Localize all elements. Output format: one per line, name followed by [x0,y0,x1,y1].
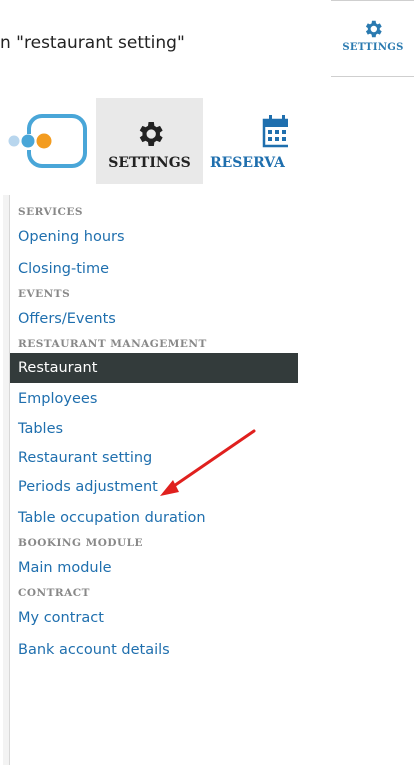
settings-sidebar: SERVICES Opening hours Closing-time EVEN… [9,195,298,765]
tab-settings[interactable]: SETTINGS [96,98,203,184]
menu-item-table-occupation-duration[interactable]: Table occupation duration [10,502,289,534]
menu-item-offers-events[interactable]: Offers/Events [10,303,289,335]
menu-item-restaurant[interactable]: Restaurant [10,353,298,383]
tab-reservations-label: RESERVA [210,155,285,171]
menu-item-my-contract[interactable]: My contract [10,602,289,634]
app-logo[interactable] [0,112,88,172]
gear-icon [139,122,163,146]
section-header-restaurant-management: RESTAURANT MANAGEMENT [18,338,207,350]
section-header-booking-module: BOOKING MODULE [18,537,144,549]
menu-item-employees[interactable]: Employees [10,383,289,415]
menu-item-tables[interactable]: Tables [10,415,289,444]
gear-icon [365,20,382,38]
tab-settings-label: SETTINGS [108,155,191,171]
settings-shortcut-label: SETTINGS [342,42,404,53]
menu-item-closing-time[interactable]: Closing-time [10,253,289,285]
settings-shortcut[interactable]: SETTINGS [335,18,411,53]
instruction-text: n "restaurant setting" [0,33,185,53]
divider [331,0,414,1]
section-header-services: SERVICES [18,206,83,218]
tab-reservations[interactable]: RESERVA [203,98,288,184]
menu-item-periods-adjustment[interactable]: Periods adjustment [10,473,289,502]
menu-item-opening-hours[interactable]: Opening hours [10,221,289,253]
section-header-contract: CONTRACT [18,587,90,599]
section-header-events: EVENTS [18,288,71,300]
menu-item-main-module[interactable]: Main module [10,552,289,584]
logo-icon [8,114,87,168]
menu-item-bank-account-details[interactable]: Bank account details [10,634,289,666]
calendar-icon [262,115,288,148]
menu-item-restaurant-setting[interactable]: Restaurant setting [10,444,289,473]
divider [331,76,414,77]
